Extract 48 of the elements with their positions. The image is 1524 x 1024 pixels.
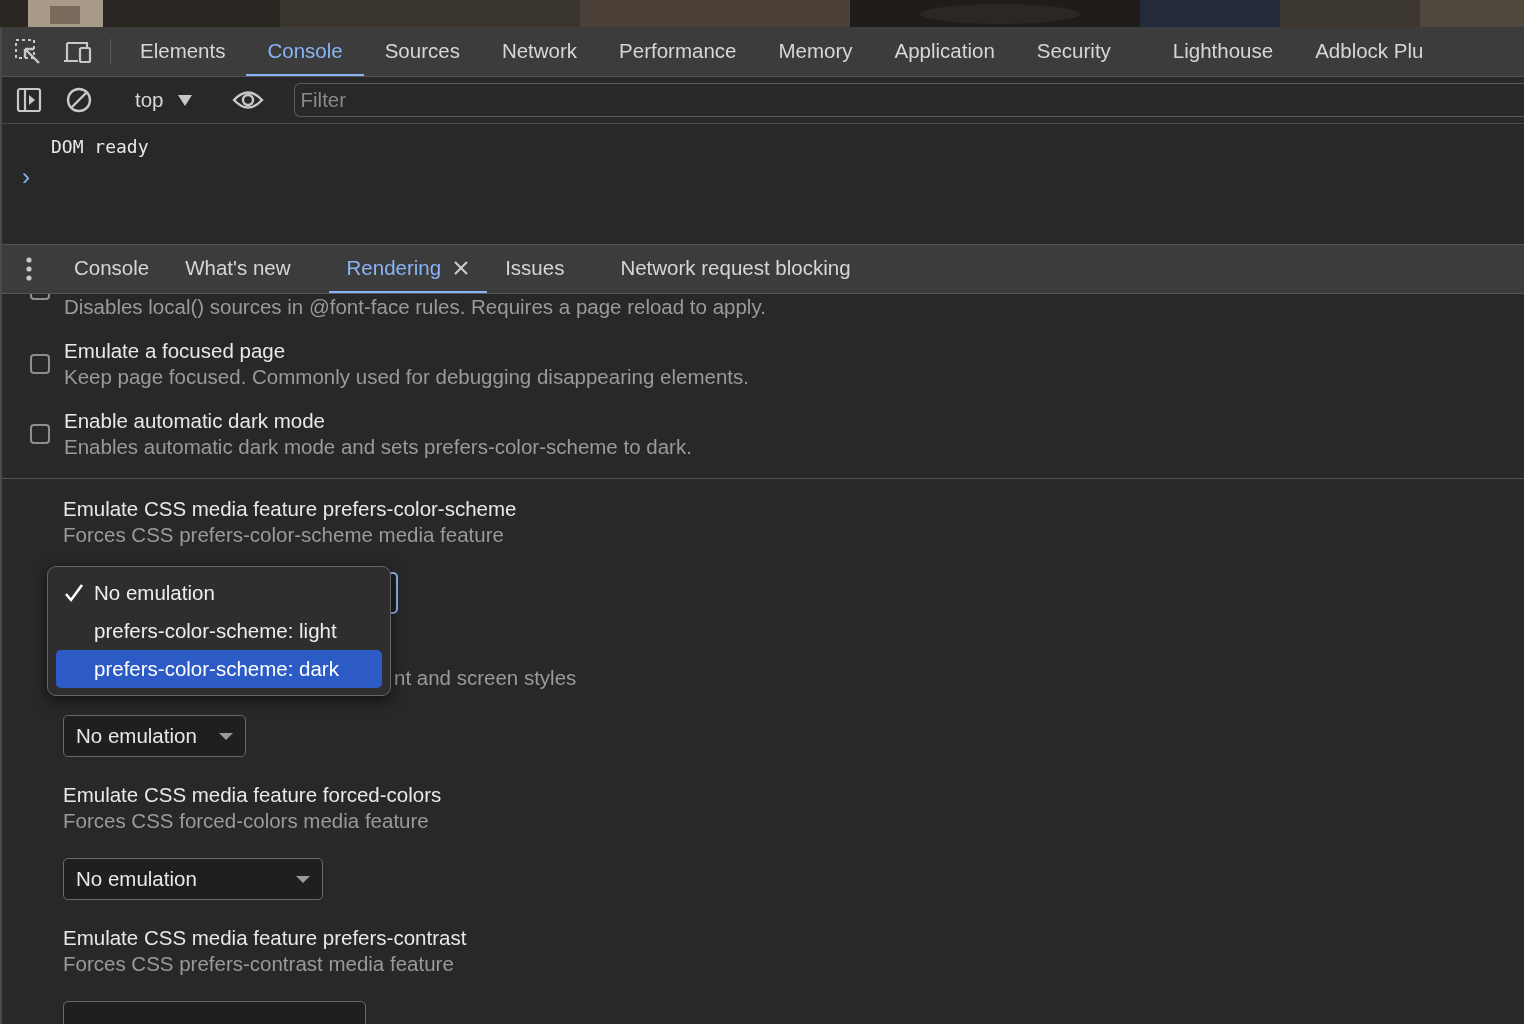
tab[interactable]: Network request blocking [602,245,869,293]
caret-icon [296,875,310,883]
caret-icon [219,732,233,740]
tab[interactable]: Application [873,27,1016,76]
tab[interactable]: Console [56,245,168,293]
feature-description: nt and screen styles [394,665,577,691]
more-icon[interactable] [26,257,32,281]
feature-description: Forces CSS prefers-color-scheme media feature [63,522,505,548]
checkbox[interactable] [30,424,50,444]
feature-title: Emulate CSS media feature forced-colors [63,782,443,808]
option-title: Emulate a focused page [64,338,287,364]
tab[interactable]: Performance [598,27,758,76]
tab[interactable]: Adblock Plu [1294,27,1445,76]
tab[interactable]: Lighthouse [1151,27,1295,76]
eye-icon[interactable] [231,89,264,111]
tab[interactable]: Issues [487,245,583,293]
context-dropdown[interactable]: top [121,84,206,116]
option-description: Enables automatic dark mode and sets prefers-color-scheme to dark. [64,434,692,460]
tab[interactable]: What's new [167,245,309,293]
checkbox[interactable] [30,354,50,374]
tab[interactable]: Rendering [328,245,488,293]
option-description: Keep page focused. Commonly used for debugging disappearing elements. [64,364,749,390]
feature-description: Forces CSS prefers-contrast media feature [63,951,455,977]
checkmark-icon [64,583,84,603]
menu-item[interactable]: prefers-color-scheme: light [56,612,382,650]
tab[interactable]: Elements [119,27,247,76]
select-dropdown[interactable]: No emulation [63,715,246,757]
feature-title: Emulate CSS media feature prefers-color-scheme [63,496,518,522]
feature-title: Emulate CSS media feature prefers-contrast [63,925,468,951]
option-description: Disables local() sources in @font-face rules. Requires a page reload to apply. [64,294,766,320]
tab[interactable]: Network [480,27,599,76]
select-dropdown[interactable]: No emulation [63,858,323,900]
tab[interactable]: Memory [757,27,874,76]
caret-icon [177,94,192,106]
feature-description: Forces CSS forced-colors media feature [63,808,430,834]
menu-item[interactable]: No emulation [56,574,382,612]
close-icon[interactable] [453,260,470,276]
console-message: DOM ready [51,136,150,157]
option-title: Enable automatic dark mode [64,408,326,434]
inspect-icon[interactable] [13,38,41,65]
clear-icon[interactable] [66,87,92,113]
sidebar-icon[interactable] [16,87,42,113]
filter-field[interactable]: Filter [293,83,1524,117]
tab[interactable]: Security [1015,27,1132,76]
prompt-icon[interactable]: › [22,165,34,189]
menu-item[interactable]: prefers-color-scheme: dark [56,650,382,688]
tab[interactable]: Sources [363,27,481,76]
tab[interactable]: Console [246,27,364,76]
